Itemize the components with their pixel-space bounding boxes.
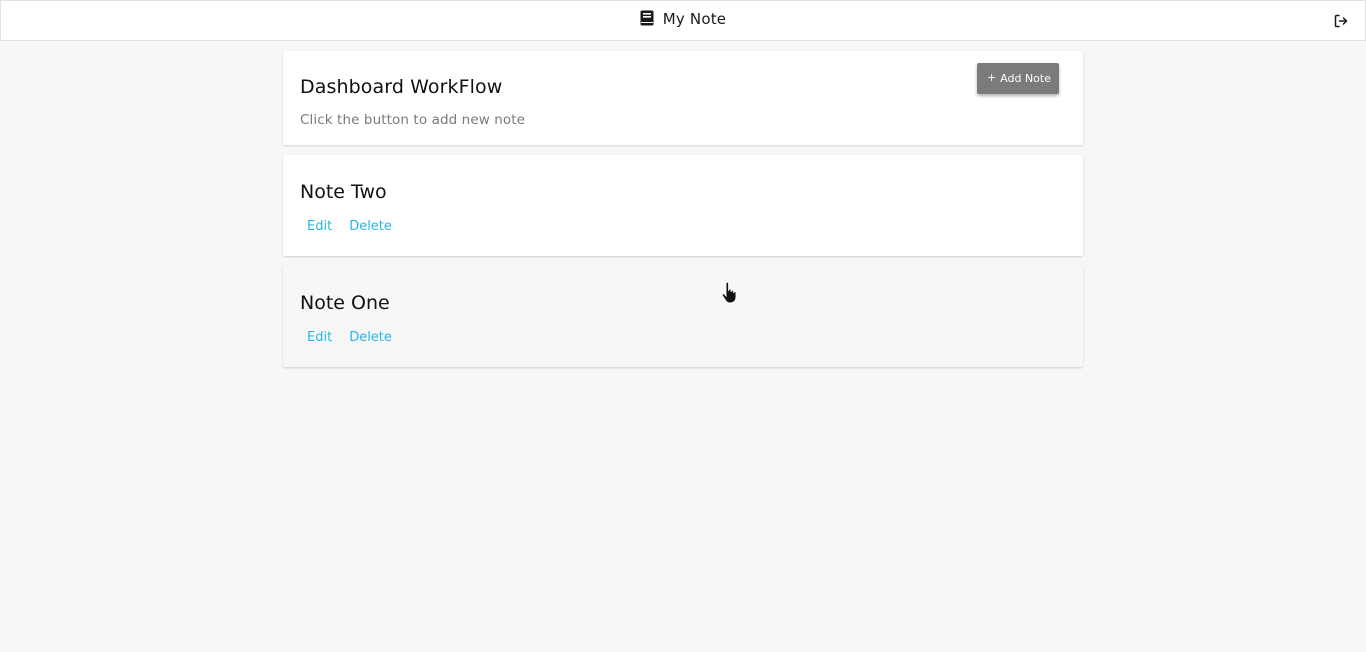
note-card: Note Two Edit Delete xyxy=(283,155,1083,256)
book-icon xyxy=(640,10,654,30)
dashboard-title: Dashboard WorkFlow xyxy=(300,76,503,98)
note-title: Note Two xyxy=(300,181,387,203)
delete-link[interactable]: Delete xyxy=(349,330,392,345)
plus-icon: + xyxy=(986,70,997,84)
add-note-label: Add Note xyxy=(1000,72,1051,85)
add-note-button[interactable]: + Add Note xyxy=(976,63,1059,94)
edit-link[interactable]: Edit xyxy=(307,219,332,234)
hand-cursor-icon xyxy=(720,281,740,304)
note-title: Note One xyxy=(300,292,390,314)
edit-link[interactable]: Edit xyxy=(307,330,332,345)
note-actions: Edit Delete xyxy=(307,330,392,345)
delete-link[interactable]: Delete xyxy=(349,219,392,234)
brand-title: My Note xyxy=(662,10,727,28)
logout-icon[interactable] xyxy=(1334,13,1348,28)
dashboard-subtitle: Click the button to add new note xyxy=(300,112,526,128)
top-navbar: My Note xyxy=(0,0,1366,41)
note-card: Note One Edit Delete xyxy=(283,266,1083,367)
brand[interactable]: My Note xyxy=(1,10,1365,30)
dashboard-card: Dashboard WorkFlow Click the button to a… xyxy=(283,51,1083,145)
main-container: Dashboard WorkFlow Click the button to a… xyxy=(283,51,1083,377)
note-actions: Edit Delete xyxy=(307,219,392,234)
